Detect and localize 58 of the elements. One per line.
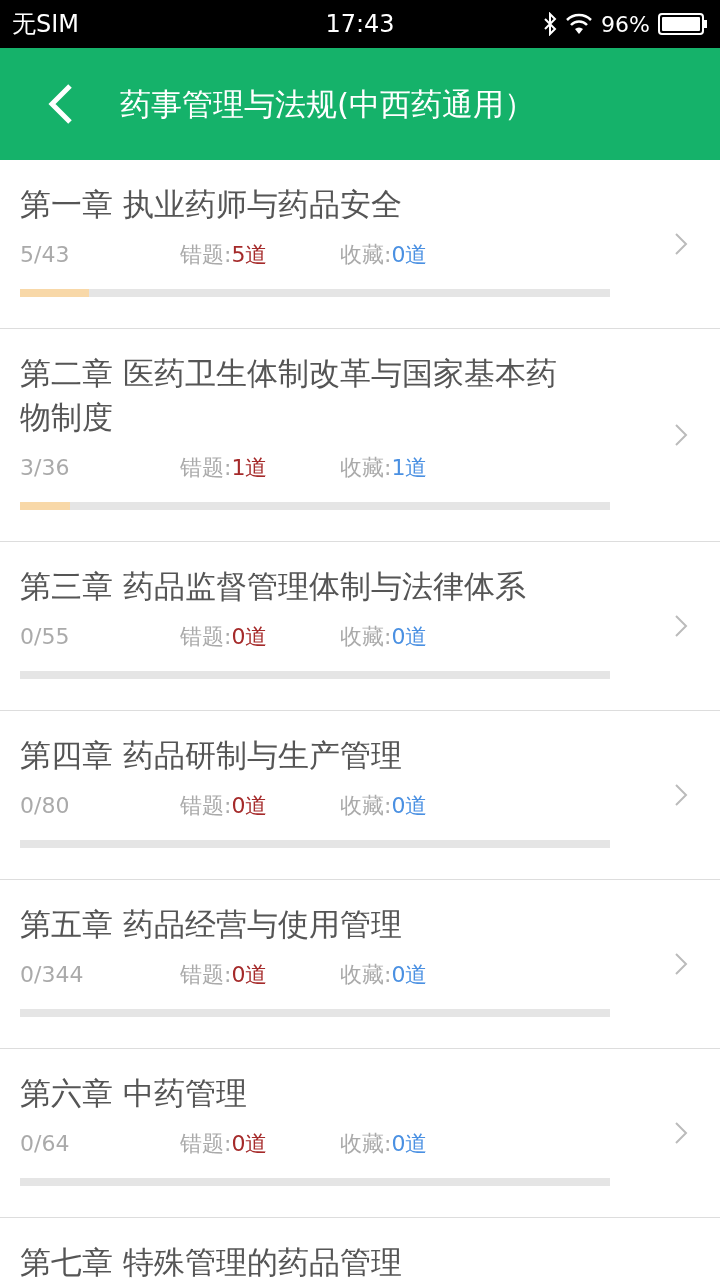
chapter-title: 第四章 药品研制与生产管理 — [20, 736, 403, 775]
progress-count: 0/55 — [20, 623, 71, 651]
chevron-icon — [674, 423, 688, 447]
chapter-row[interactable]: 第七章 特殊管理的药品管理 — [0, 1218, 720, 1280]
wrong-label: 错题: — [180, 961, 232, 989]
favorite-label: 收藏: — [340, 792, 392, 820]
carrier-text: 无SIM — [12, 9, 80, 40]
wrong-count: 1道 — [231, 454, 268, 482]
chapter-title: 第七章 特殊管理的药品管理 — [20, 1243, 403, 1280]
wrong-count: 0道 — [231, 1130, 268, 1158]
wrong-label: 错题: — [180, 454, 232, 482]
chapter-title: 第一章 执业药师与药品安全 — [20, 185, 403, 224]
progress-count: 5/43 — [20, 241, 71, 269]
chevron-icon — [674, 1121, 688, 1145]
favorite-count: 0道 — [391, 623, 428, 651]
favorite-count: 0道 — [391, 1130, 428, 1158]
chapter-row[interactable]: 第六章 中药管理 0/64 错题:0道 收藏:0道 — [0, 1049, 720, 1218]
wrong-label: 错题: — [180, 1130, 232, 1158]
progress-count: 3/36 — [20, 454, 71, 482]
wrong-label: 错题: — [180, 792, 232, 820]
battery-icon — [658, 13, 708, 35]
bluetooth-icon — [543, 12, 558, 36]
chapter-title: 第五章 药品经营与使用管理 — [20, 905, 403, 944]
favorite-label: 收藏: — [340, 241, 392, 269]
progress-count: 0/344 — [20, 961, 85, 989]
chapter-title: 第二章 医药卫生体制改革与国家基本药物制度 — [20, 354, 558, 437]
progress-count: 0/64 — [20, 1130, 71, 1158]
chapter-row[interactable]: 第二章 医药卫生体制改革与国家基本药物制度 3/36 错题:1道 收藏:1道 — [0, 329, 720, 542]
wrong-label: 错题: — [180, 241, 232, 269]
back-icon — [46, 82, 74, 126]
favorite-count: 1道 — [391, 454, 428, 482]
wifi-icon — [565, 13, 594, 35]
chapter-row[interactable]: 第四章 药品研制与生产管理 0/80 错题:0道 收藏:0道 — [0, 711, 720, 880]
chevron-icon — [674, 952, 688, 976]
wrong-count: 0道 — [231, 961, 268, 989]
favorite-label: 收藏: — [340, 1130, 392, 1158]
page-title: 药事管理与法规(中西药通用） — [120, 84, 536, 124]
wrong-count: 0道 — [231, 792, 268, 820]
battery-percent: 96% — [601, 10, 650, 39]
favorite-count: 0道 — [391, 792, 428, 820]
favorite-label: 收藏: — [340, 454, 392, 482]
favorite-count: 0道 — [391, 961, 428, 989]
chevron-icon — [674, 232, 688, 256]
progress-count: 0/80 — [20, 792, 71, 820]
chapter-row[interactable]: 第五章 药品经营与使用管理 0/344 错题:0道 收藏:0道 — [0, 880, 720, 1049]
chapter-title: 第三章 药品监督管理体制与法律体系 — [20, 567, 527, 606]
favorite-label: 收藏: — [340, 623, 392, 651]
wrong-label: 错题: — [180, 623, 232, 651]
chevron-icon — [674, 614, 688, 638]
chevron-icon — [674, 783, 688, 807]
wrong-count: 0道 — [231, 623, 268, 651]
chapter-row[interactable]: 第一章 执业药师与药品安全 5/43 错题:5道 收藏:0道 — [0, 160, 720, 329]
favorite-count: 0道 — [391, 241, 428, 269]
clock-text: 17:43 — [325, 9, 395, 40]
chapter-title: 第六章 中药管理 — [20, 1074, 248, 1113]
favorite-label: 收藏: — [340, 961, 392, 989]
chapter-row[interactable]: 第三章 药品监督管理体制与法律体系 0/55 错题:0道 收藏:0道 — [0, 542, 720, 711]
wrong-count: 5道 — [231, 241, 268, 269]
